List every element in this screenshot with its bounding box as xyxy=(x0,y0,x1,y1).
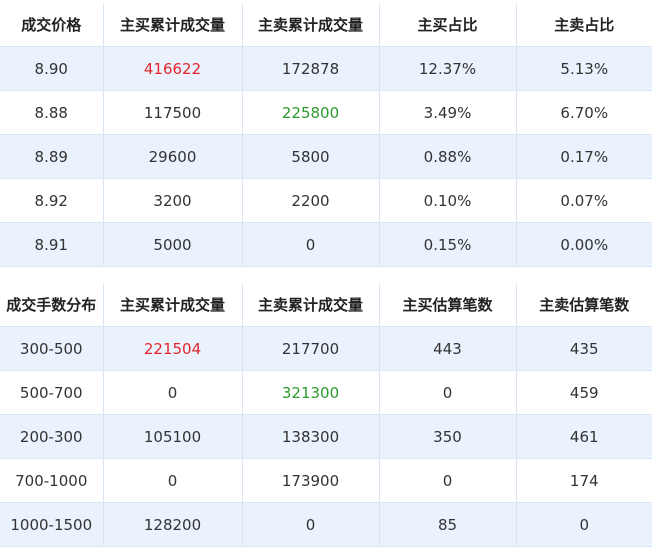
header-sell-ratio: 主卖占比 xyxy=(516,3,652,47)
header-sell-count: 主卖估算笔数 xyxy=(516,283,652,327)
price-distribution-table: 成交价格 主买累计成交量 主卖累计成交量 主买占比 主卖占比 8.90 4166… xyxy=(0,3,652,267)
header-sell-volume: 主卖累计成交量 xyxy=(242,3,380,47)
table-row: 8.90 416622 172878 12.37% 5.13% xyxy=(0,46,652,91)
table-row: 8.89 29600 5800 0.88% 0.17% xyxy=(0,134,652,179)
buy-volume-cell: 5000 xyxy=(103,222,243,267)
lot-size-cell: 300-500 xyxy=(0,326,104,371)
table-row: 8.91 5000 0 0.15% 0.00% xyxy=(0,222,652,267)
buy-ratio-cell: 0.88% xyxy=(379,134,517,179)
sell-volume-cell: 172878 xyxy=(242,46,380,91)
price-cell: 8.92 xyxy=(0,178,104,223)
buy-volume-cell: 105100 xyxy=(103,414,243,459)
price-cell: 8.90 xyxy=(0,46,104,91)
sell-volume-cell: 225800 xyxy=(242,90,380,135)
buy-count-cell: 85 xyxy=(379,502,517,547)
sell-count-cell: 459 xyxy=(516,370,652,415)
header-price: 成交价格 xyxy=(0,3,104,47)
buy-volume-cell: 128200 xyxy=(103,502,243,547)
table-row: 300-500 221504 217700 443 435 xyxy=(0,326,652,371)
price-cell: 8.88 xyxy=(0,90,104,135)
sell-ratio-cell: 6.70% xyxy=(516,90,652,135)
header-lot-size: 成交手数分布 xyxy=(0,283,104,327)
buy-ratio-cell: 3.49% xyxy=(379,90,517,135)
buy-volume-cell: 221504 xyxy=(103,326,243,371)
buy-count-cell: 0 xyxy=(379,458,517,503)
sell-count-cell: 0 xyxy=(516,502,652,547)
buy-volume-cell: 0 xyxy=(103,370,243,415)
sell-volume-cell: 138300 xyxy=(242,414,380,459)
buy-count-cell: 0 xyxy=(379,370,517,415)
sell-volume-cell: 0 xyxy=(242,222,380,267)
buy-volume-cell: 29600 xyxy=(103,134,243,179)
sell-volume-cell: 173900 xyxy=(242,458,380,503)
header-buy-volume: 主买累计成交量 xyxy=(103,3,243,47)
lot-size-cell: 200-300 xyxy=(0,414,104,459)
lot-size-cell: 1000-1500 xyxy=(0,502,104,547)
buy-volume-cell: 416622 xyxy=(103,46,243,91)
table-row: 700-1000 0 173900 0 174 xyxy=(0,458,652,503)
buy-count-cell: 443 xyxy=(379,326,517,371)
sell-ratio-cell: 5.13% xyxy=(516,46,652,91)
lot-size-distribution-table: 成交手数分布 主买累计成交量 主卖累计成交量 主买估算笔数 主卖估算笔数 300… xyxy=(0,283,652,547)
lot-size-cell: 700-1000 xyxy=(0,458,104,503)
sell-ratio-cell: 0.07% xyxy=(516,178,652,223)
buy-volume-cell: 3200 xyxy=(103,178,243,223)
header-buy-volume: 主买累计成交量 xyxy=(103,283,243,327)
buy-ratio-cell: 12.37% xyxy=(379,46,517,91)
sell-count-cell: 435 xyxy=(516,326,652,371)
sell-volume-cell: 0 xyxy=(242,502,380,547)
header-buy-count: 主买估算笔数 xyxy=(379,283,517,327)
buy-ratio-cell: 0.15% xyxy=(379,222,517,267)
buy-ratio-cell: 0.10% xyxy=(379,178,517,223)
table-row: 500-700 0 321300 0 459 xyxy=(0,370,652,415)
table-row: 1000-1500 128200 0 85 0 xyxy=(0,502,652,547)
price-cell: 8.91 xyxy=(0,222,104,267)
sell-ratio-cell: 0.00% xyxy=(516,222,652,267)
header-sell-volume: 主卖累计成交量 xyxy=(242,283,380,327)
table-header-row: 成交价格 主买累计成交量 主卖累计成交量 主买占比 主卖占比 xyxy=(0,3,652,47)
table-header-row: 成交手数分布 主买累计成交量 主卖累计成交量 主买估算笔数 主卖估算笔数 xyxy=(0,283,652,327)
header-buy-ratio: 主买占比 xyxy=(379,3,517,47)
sell-volume-cell: 321300 xyxy=(242,370,380,415)
lot-size-cell: 500-700 xyxy=(0,370,104,415)
price-cell: 8.89 xyxy=(0,134,104,179)
table-row: 8.92 3200 2200 0.10% 0.07% xyxy=(0,178,652,223)
buy-count-cell: 350 xyxy=(379,414,517,459)
sell-volume-cell: 217700 xyxy=(242,326,380,371)
buy-volume-cell: 0 xyxy=(103,458,243,503)
table-row: 200-300 105100 138300 350 461 xyxy=(0,414,652,459)
sell-count-cell: 461 xyxy=(516,414,652,459)
sell-volume-cell: 2200 xyxy=(242,178,380,223)
buy-volume-cell: 117500 xyxy=(103,90,243,135)
sell-volume-cell: 5800 xyxy=(242,134,380,179)
table-row: 8.88 117500 225800 3.49% 6.70% xyxy=(0,90,652,135)
sell-count-cell: 174 xyxy=(516,458,652,503)
sell-ratio-cell: 0.17% xyxy=(516,134,652,179)
